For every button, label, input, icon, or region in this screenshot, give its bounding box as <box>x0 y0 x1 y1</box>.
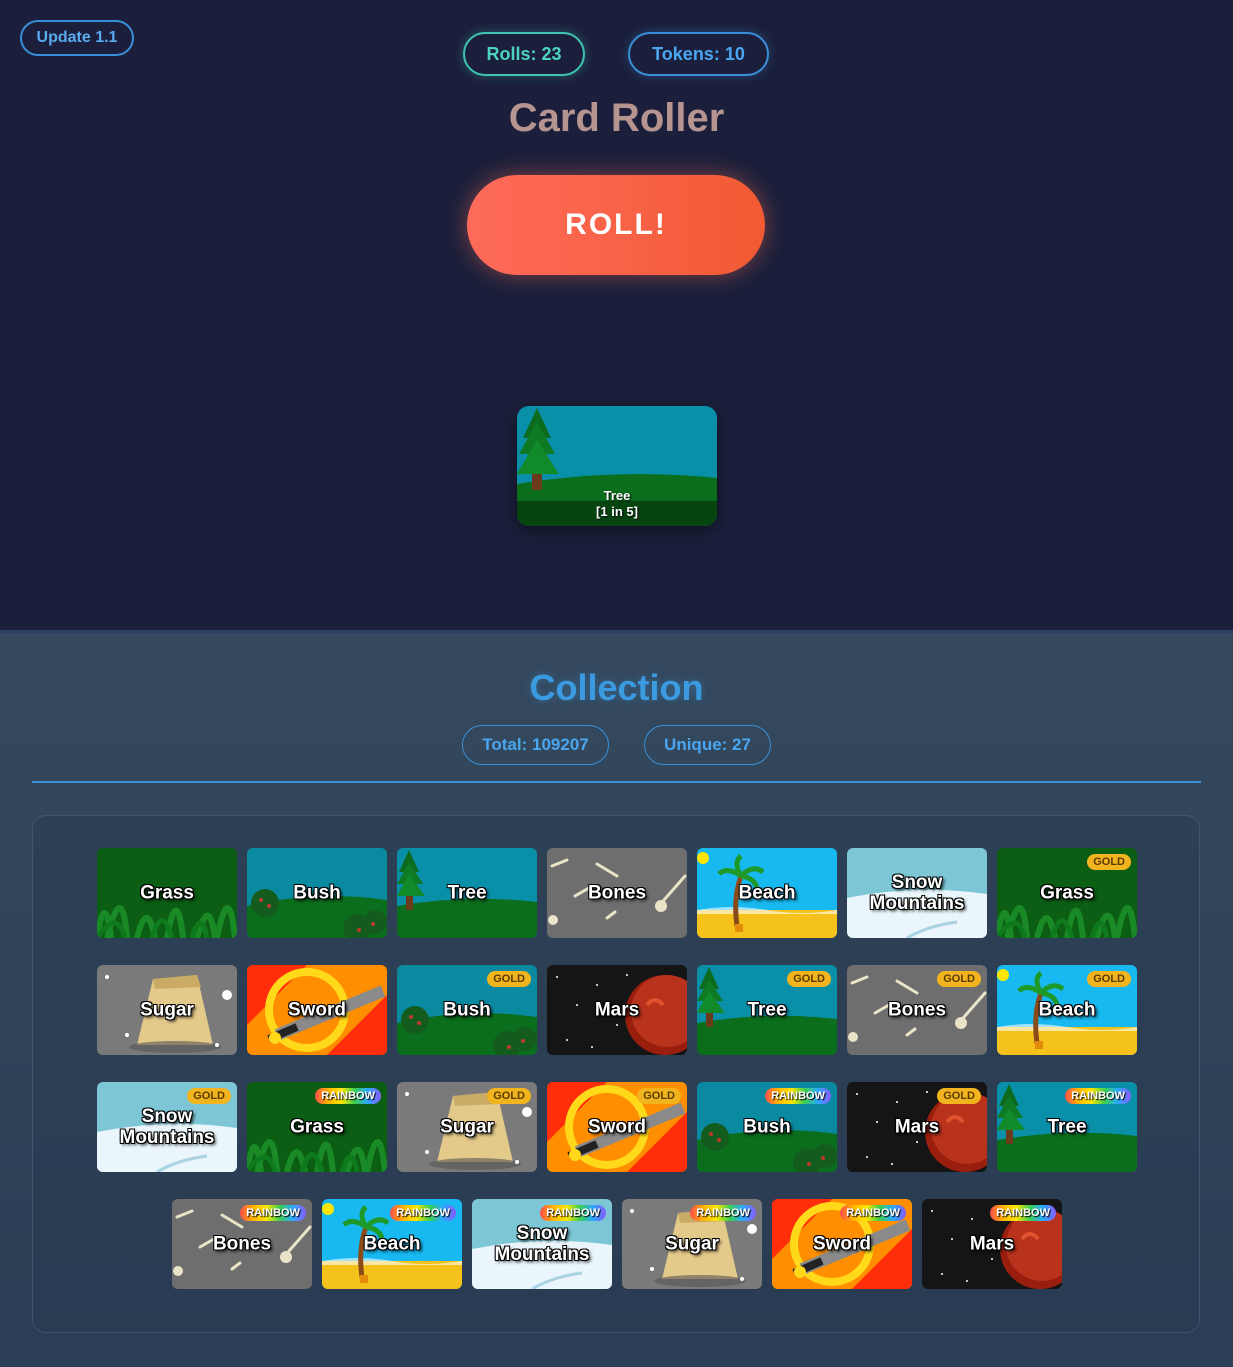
unique-counter: Unique: 27 <box>644 725 771 765</box>
collection-card[interactable]: Sword RAINBOW <box>772 1199 912 1289</box>
collection-card[interactable]: Grass <box>97 848 237 938</box>
rainbow-badge: RAINBOW <box>690 1205 756 1221</box>
card-name: Bones <box>887 999 947 1021</box>
card-name: Bush <box>743 1116 791 1138</box>
collection-card[interactable]: Grass GOLD <box>997 848 1137 938</box>
card-name: Bones <box>587 882 647 904</box>
rainbow-badge: RAINBOW <box>990 1205 1056 1221</box>
collection-card[interactable]: Mars RAINBOW <box>922 1199 1062 1289</box>
collection-card[interactable]: Bones <box>547 848 687 938</box>
rolled-card-name: Tree <box>603 488 631 503</box>
card-name: Sword <box>812 1233 872 1255</box>
update-button[interactable]: Update 1.1 <box>20 20 134 56</box>
rolled-card-odds: [1 in 5] <box>596 504 638 519</box>
collection-card[interactable]: Mars GOLD <box>847 1082 987 1172</box>
card-name: Beach <box>738 882 796 904</box>
collection-card[interactable]: Tree GOLD <box>697 965 837 1055</box>
collection-card[interactable]: Bush RAINBOW <box>697 1082 837 1172</box>
card-name: Snow Mountains <box>494 1223 590 1265</box>
collection-card[interactable]: Tree RAINBOW <box>997 1082 1137 1172</box>
collection-card[interactable]: Tree <box>397 848 537 938</box>
rainbow-badge: RAINBOW <box>240 1205 306 1221</box>
card-name: Tree <box>747 999 787 1021</box>
gold-badge: GOLD <box>937 1088 981 1104</box>
collection-grid: Grass Bush Tree Bones Beach Snow Mountains Gra… <box>32 815 1200 1333</box>
collection-card[interactable]: Beach GOLD <box>997 965 1137 1055</box>
card-name: Grass <box>290 1116 344 1138</box>
rolled-card-label: Tree [1 in 5] <box>517 488 717 520</box>
total-counter: Total: 109207 <box>462 725 609 765</box>
rainbow-badge: RAINBOW <box>315 1088 381 1104</box>
card-name: Bush <box>443 999 491 1021</box>
collection-card[interactable]: Sugar RAINBOW <box>622 1199 762 1289</box>
collection-card[interactable]: Sugar <box>97 965 237 1055</box>
card-name: Sword <box>587 1116 647 1138</box>
gold-badge: GOLD <box>487 971 531 987</box>
card-name: Mars <box>969 1233 1015 1255</box>
gold-badge: GOLD <box>1087 854 1131 870</box>
tokens-counter: Tokens: 10 <box>628 32 769 76</box>
card-name: Tree <box>1047 1116 1087 1138</box>
card-name: Tree <box>447 882 487 904</box>
card-name: Beach <box>363 1233 421 1255</box>
card-name: Mars <box>594 999 640 1021</box>
card-name: Sugar <box>665 1233 719 1255</box>
card-name: Beach <box>1038 999 1096 1021</box>
page-title: Card Roller <box>508 96 725 140</box>
collection-card[interactable]: Snow Mountains RAINBOW <box>472 1199 612 1289</box>
collection-card[interactable]: Beach <box>697 848 837 938</box>
collection-card[interactable]: Sugar GOLD <box>397 1082 537 1172</box>
roller-section: Update 1.1 Rolls: 23 Tokens: 10 Card Rol… <box>0 0 1233 632</box>
rainbow-badge: RAINBOW <box>840 1205 906 1221</box>
card-name: Bones <box>212 1233 272 1255</box>
rainbow-badge: RAINBOW <box>765 1088 831 1104</box>
gold-badge: GOLD <box>937 971 981 987</box>
gold-badge: GOLD <box>1087 971 1131 987</box>
gold-badge: GOLD <box>637 1088 681 1104</box>
card-name: Sugar <box>440 1116 494 1138</box>
rainbow-badge: RAINBOW <box>1065 1088 1131 1104</box>
collection-title: Collection <box>529 667 704 708</box>
card-name: Grass <box>1040 882 1094 904</box>
collection-section: Collection Total: 109207 Unique: 27 Gras… <box>0 630 1233 1367</box>
roll-button[interactable]: ROLL! <box>467 175 765 275</box>
collection-card[interactable]: Sword <box>247 965 387 1055</box>
collection-card[interactable]: Grass RAINBOW <box>247 1082 387 1172</box>
collection-card[interactable]: Bones GOLD <box>847 965 987 1055</box>
card-name: Snow Mountains <box>119 1106 215 1148</box>
collection-card[interactable]: Mars <box>547 965 687 1055</box>
collection-card[interactable]: Beach RAINBOW <box>322 1199 462 1289</box>
collection-card[interactable]: Bones RAINBOW <box>172 1199 312 1289</box>
card-name: Grass <box>140 882 194 904</box>
card-name: Sugar <box>140 999 194 1021</box>
card-name: Mars <box>894 1116 940 1138</box>
divider <box>32 781 1201 783</box>
card-name: Bush <box>293 882 341 904</box>
gold-badge: GOLD <box>787 971 831 987</box>
rolls-counter: Rolls: 23 <box>463 32 585 76</box>
rolled-card: Tree [1 in 5] <box>517 406 717 526</box>
rainbow-badge: RAINBOW <box>540 1205 606 1221</box>
rainbow-badge: RAINBOW <box>390 1205 456 1221</box>
gold-badge: GOLD <box>487 1088 531 1104</box>
card-name: Sword <box>287 999 347 1021</box>
collection-card[interactable]: Snow Mountains GOLD <box>97 1082 237 1172</box>
card-name: Snow Mountains <box>869 872 965 914</box>
collection-card[interactable]: Bush <box>247 848 387 938</box>
collection-card[interactable]: Snow Mountains <box>847 848 987 938</box>
gold-badge: GOLD <box>187 1088 231 1104</box>
collection-card[interactable]: Bush GOLD <box>397 965 537 1055</box>
collection-card[interactable]: Sword GOLD <box>547 1082 687 1172</box>
